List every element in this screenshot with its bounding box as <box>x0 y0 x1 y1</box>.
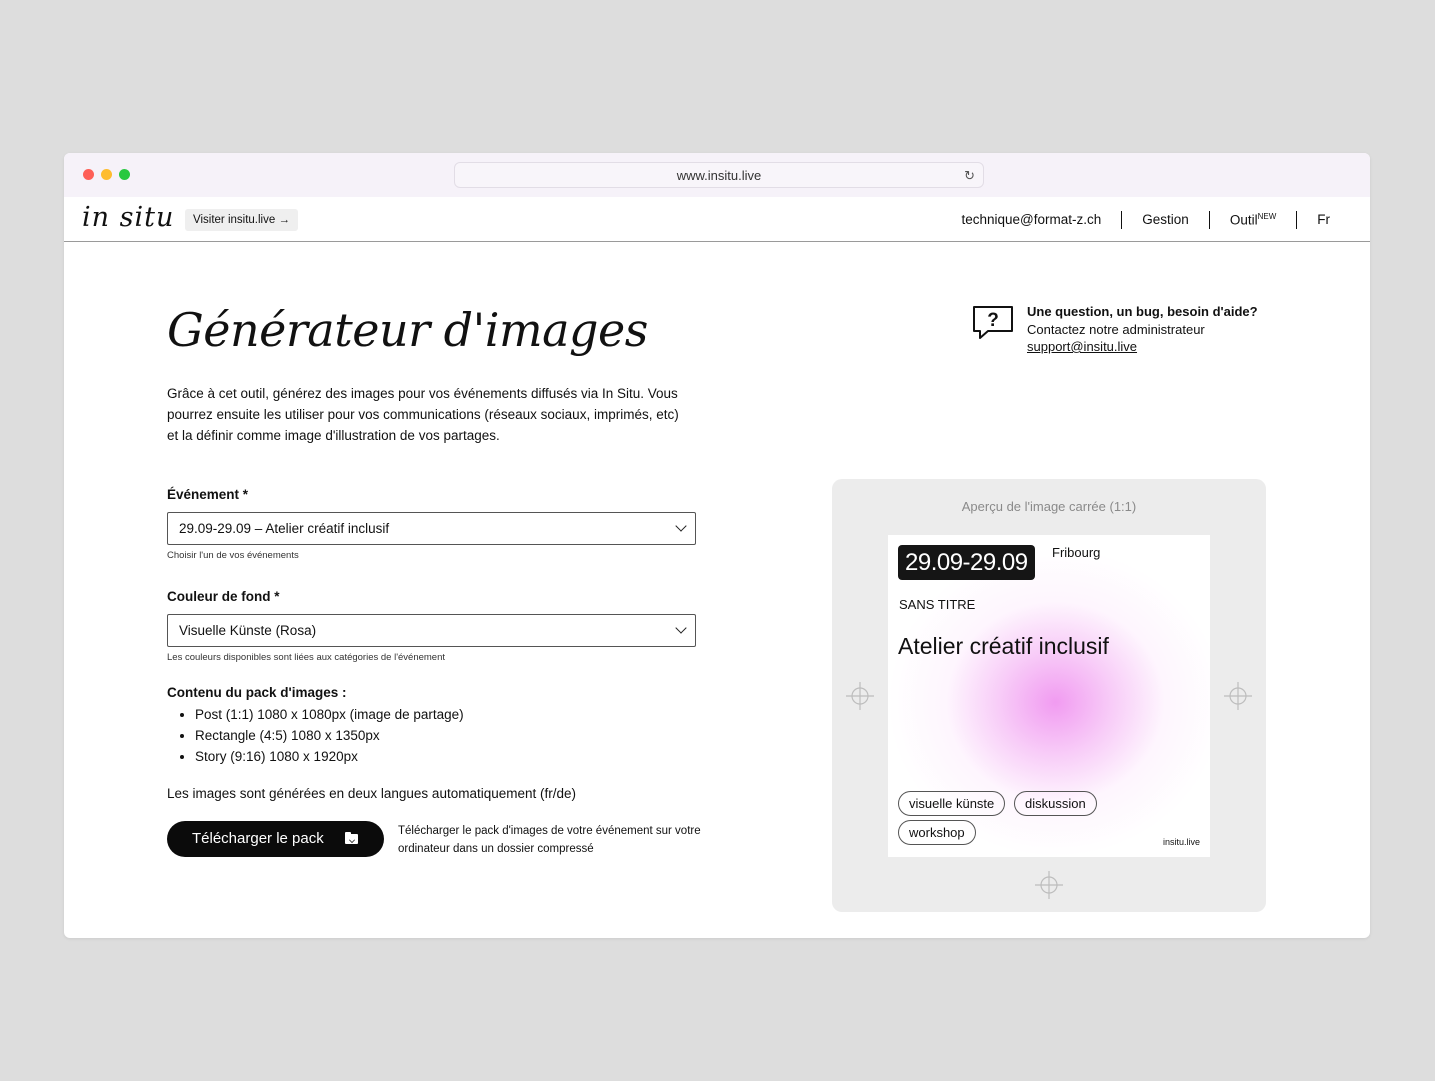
crosshair-icon <box>846 682 874 710</box>
support-email-link[interactable]: support@insitu.live <box>1027 338 1258 356</box>
pack-content-list: Post (1:1) 1080 x 1080px (image de parta… <box>167 704 464 767</box>
nav-divider <box>1121 210 1123 229</box>
event-title: Atelier créatif inclusif <box>898 633 1109 659</box>
color-field-help: Les couleurs disponibles sont liées aux … <box>167 652 446 663</box>
color-select[interactable]: Visuelle Künste (Rosa) <box>167 614 696 647</box>
event-select-value: 29.09-29.09 – Atelier créatif inclusif <box>179 521 390 536</box>
list-item: Post (1:1) 1080 x 1080px (image de parta… <box>195 704 464 725</box>
event-field-help: Choisir l'un de vos événements <box>167 550 299 561</box>
download-pack-label: Télécharger le pack <box>192 830 324 847</box>
arrow-right-icon: → <box>278 214 290 226</box>
close-window-button[interactable] <box>83 169 94 180</box>
event-select[interactable]: 29.09-29.09 – Atelier créatif inclusif <box>167 512 696 545</box>
chevron-down-icon <box>675 622 687 634</box>
nav-account-email[interactable]: technique@format-z.ch <box>962 212 1102 227</box>
new-badge: NEW <box>1257 211 1277 221</box>
category-tag: diskussion <box>1014 791 1097 816</box>
help-question: Une question, un bug, besoin d'aide? <box>1027 304 1258 319</box>
category-tag: visuelle künste <box>898 791 1006 816</box>
visit-site-link[interactable]: Visiter insitu.live → <box>185 209 298 231</box>
svg-text:?: ? <box>987 310 999 331</box>
event-field-label: Événement * <box>167 487 249 502</box>
date-badge: 29.09-29.09 <box>898 545 1035 580</box>
help-contact-line: Contactez notre administrateur <box>1027 321 1205 337</box>
nav-outil-label: Outil <box>1229 212 1258 228</box>
preview-image-card: 29.09-29.09 Fribourg SANS TITRE Atelier … <box>888 535 1210 857</box>
preview-panel: Aperçu de l'image carrée (1:1) 29.09-29.… <box>832 479 1266 912</box>
nav-outil[interactable]: OutilNEW <box>1230 212 1276 228</box>
list-item: Story (9:16) 1080 x 1920px <box>195 746 464 767</box>
minimize-window-button[interactable] <box>101 169 112 180</box>
url-text: www.insitu.live <box>676 168 762 183</box>
nav-divider <box>1208 210 1210 229</box>
color-select-value: Visuelle Künste (Rosa) <box>179 623 317 638</box>
download-description: Télécharger le pack d'images de votre év… <box>398 825 701 855</box>
auto-language-note: Les images sont générées en deux langues… <box>167 786 577 801</box>
folder-download-icon <box>345 832 358 844</box>
download-pack-button[interactable]: Télécharger le pack <box>167 821 384 857</box>
site-logo[interactable]: in situ <box>82 202 174 233</box>
visit-site-label: Visiter insitu.live <box>193 214 276 226</box>
event-organizer: SANS TITRE <box>899 597 976 612</box>
category-tag: workshop <box>898 820 976 845</box>
browser-window: www.insitu.live ↻ in situ Visiter insitu… <box>64 153 1370 938</box>
address-bar[interactable]: www.insitu.live ↻ <box>454 162 984 188</box>
maximize-window-button[interactable] <box>119 169 130 180</box>
crosshair-icon <box>1035 871 1063 899</box>
color-field-label: Couleur de fond * <box>167 589 280 604</box>
crosshair-icon <box>1224 682 1252 710</box>
question-bubble-icon: ? <box>973 306 1013 339</box>
nav-divider <box>1296 210 1298 229</box>
reload-icon[interactable]: ↻ <box>964 163 975 189</box>
browser-chrome: www.insitu.live ↻ <box>64 153 1370 197</box>
help-text: Une question, un bug, besoin d'aide? Con… <box>1027 303 1258 356</box>
chevron-down-icon <box>675 520 687 532</box>
event-city: Fribourg <box>1052 545 1101 560</box>
nav-gestion[interactable]: Gestion <box>1142 212 1189 227</box>
language-switcher[interactable]: Fr <box>1317 212 1330 227</box>
top-nav: technique@format-z.ch Gestion OutilNEW F… <box>962 197 1330 242</box>
card-footer-brand: insitu.live <box>1162 837 1200 847</box>
list-item: Rectangle (4:5) 1080 x 1350px <box>195 725 464 746</box>
pack-content-title: Contenu du pack d'images : <box>167 685 347 700</box>
intro-text: Grâce à cet outil, générez des images po… <box>167 386 679 443</box>
preview-caption: Aperçu de l'image carrée (1:1) <box>961 499 1137 514</box>
site-header: in situ Visiter insitu.live → technique@… <box>64 197 1370 242</box>
page-title: Générateur d'images <box>167 303 648 357</box>
